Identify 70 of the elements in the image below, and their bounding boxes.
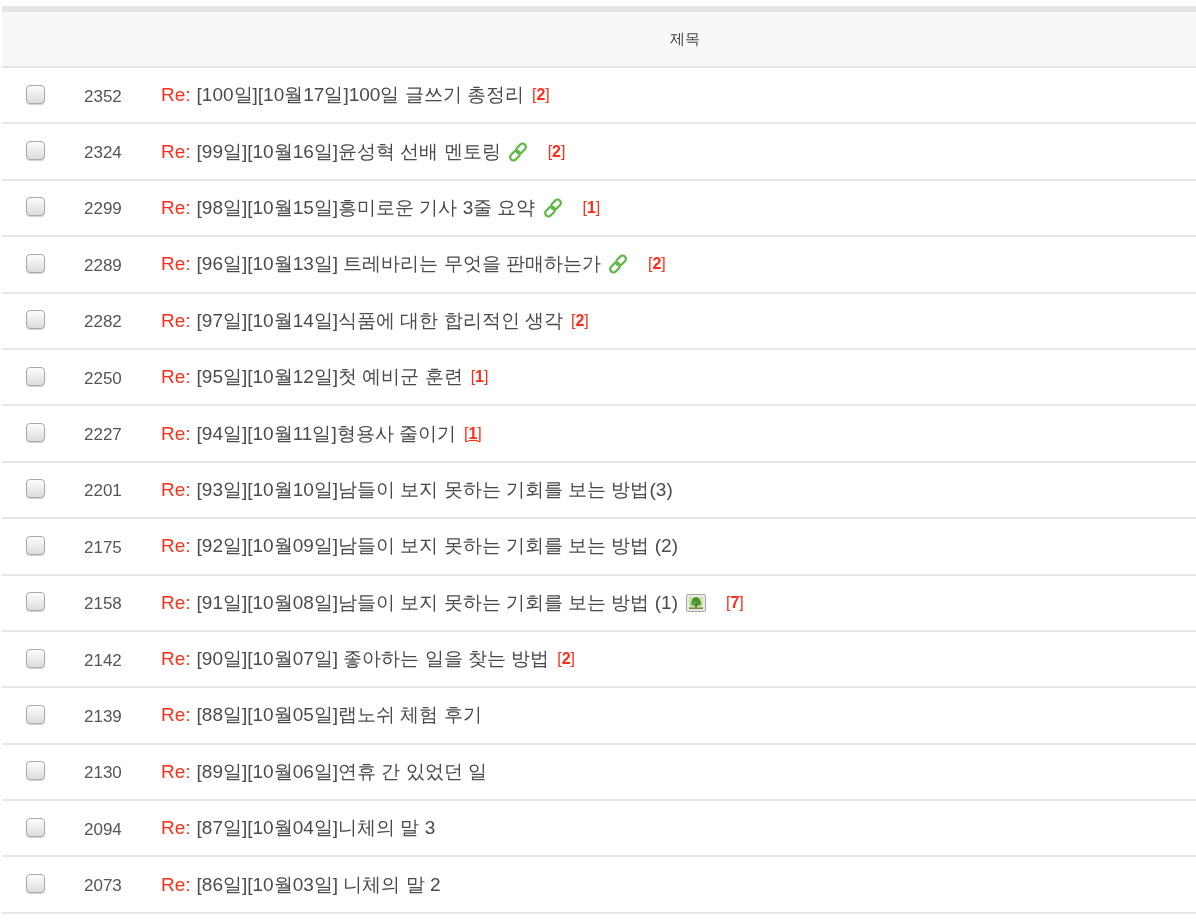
row-checkbox[interactable] (26, 592, 45, 612)
comment-count-link[interactable]: [2] (531, 86, 550, 105)
row-checkbox[interactable] (26, 253, 45, 273)
post-title-link[interactable]: [93일][10월10일]남들이 보지 못하는 기회를 보는 방법(3) (196, 476, 673, 503)
post-number: 2158 (84, 594, 122, 615)
post-number: 2175 (84, 537, 122, 558)
post-title-link[interactable]: [96일][10월13일] 트레바리는 무엇을 판매하는가 (196, 251, 601, 278)
post-number: 2139 (84, 707, 122, 727)
row-checkbox[interactable] (26, 366, 45, 386)
reply-prefix[interactable]: Re: (161, 309, 191, 332)
post-title-link[interactable]: [91일][10월08일]남들이 보지 못하는 기회를 보는 방법 (1) (196, 589, 678, 616)
reply-prefix[interactable]: Re: (161, 253, 191, 276)
post-title-link[interactable]: [98일][10월15일]흥미로운 기사 3줄 요약 (196, 194, 536, 221)
row-checkbox[interactable] (26, 648, 45, 668)
reply-prefix[interactable]: Re: (161, 873, 191, 896)
post-number: 2073 (84, 876, 122, 897)
row-checkbox[interactable] (26, 874, 45, 894)
post-title-link[interactable]: [100일][10월17일]100일 글쓰기 총정리 (196, 82, 524, 109)
post-number: 2282 (84, 312, 122, 333)
reply-prefix[interactable]: Re: (161, 478, 191, 501)
post-number: 2250 (84, 368, 122, 389)
post-number: 2299 (84, 199, 122, 220)
row-checkbox[interactable] (26, 761, 45, 781)
post-title-link[interactable]: [99일][10월16일]윤성혁 선배 멘토링 (196, 138, 501, 165)
post-title-link[interactable]: [90일][10월07일] 좋아하는 일을 찾는 방법 (196, 646, 550, 673)
comment-count-link[interactable]: [7] (726, 593, 744, 612)
comment-count-link[interactable]: [2] (570, 311, 589, 330)
post-number: 2324 (84, 143, 122, 164)
reply-prefix[interactable]: Re: (161, 704, 191, 727)
post-number: 2142 (84, 650, 122, 671)
reply-prefix[interactable]: Re: (161, 140, 191, 163)
post-title-link[interactable]: [87일][10월04일]니체의 말 3 (196, 815, 436, 842)
post-number: 2094 (84, 819, 122, 840)
post-title-link[interactable]: [88일][10월05일]랩노쉬 체험 후기 (196, 702, 482, 729)
comment-count-link[interactable]: [2] (557, 650, 576, 669)
post-title-link[interactable]: [97일][10월14일]식품에 대한 합리적인 생각 (196, 307, 563, 334)
post-title-link[interactable]: [92일][10월09일]남들이 보지 못하는 기회를 보는 방법 (2) (196, 533, 678, 560)
row-checkbox[interactable] (26, 423, 45, 443)
reply-prefix[interactable]: Re: (161, 760, 191, 783)
row-checkbox[interactable] (26, 84, 45, 104)
row-checkbox[interactable] (26, 535, 45, 555)
reply-prefix[interactable]: Re: (161, 196, 191, 219)
row-checkbox[interactable] (26, 310, 45, 330)
row-checkbox[interactable] (26, 141, 45, 161)
comment-count-link[interactable]: [2] (547, 142, 566, 161)
row-checkbox[interactable] (26, 705, 45, 724)
post-title-link[interactable]: [89일][10월06일]연휴 간 있었던 일 (196, 758, 487, 785)
post-number: 2352 (84, 86, 122, 107)
row-checkbox[interactable] (26, 197, 45, 217)
post-number: 2130 (84, 763, 122, 784)
title-column-header: 제목 (670, 29, 700, 49)
comment-count-link[interactable]: [1] (470, 368, 489, 387)
reply-prefix[interactable]: Re: (161, 422, 191, 445)
post-number: 2201 (84, 481, 122, 502)
comment-count-link[interactable]: [1] (463, 424, 482, 443)
reply-prefix[interactable]: Re: (161, 535, 191, 558)
post-title-link[interactable]: [94일][10월11일]형용사 줄이기 (196, 420, 456, 447)
reply-prefix[interactable]: Re: (161, 591, 191, 614)
post-number: 2289 (84, 255, 122, 276)
reply-prefix[interactable]: Re: (161, 817, 191, 840)
post-title-link[interactable]: [86일][10월03일] 니체의 말 2 (196, 871, 441, 898)
row-checkbox[interactable] (26, 817, 45, 837)
post-number: 2227 (84, 425, 122, 446)
comment-count-link[interactable]: [2] (647, 255, 666, 274)
reply-prefix[interactable]: Re: (161, 648, 191, 671)
row-checkbox[interactable] (26, 479, 45, 499)
reply-prefix[interactable]: Re: (161, 84, 191, 107)
comment-count-link[interactable]: [1] (582, 198, 601, 217)
reply-prefix[interactable]: Re: (161, 366, 191, 389)
post-title-link[interactable]: [95일][10월12일]첫 예비군 훈련 (196, 364, 463, 391)
